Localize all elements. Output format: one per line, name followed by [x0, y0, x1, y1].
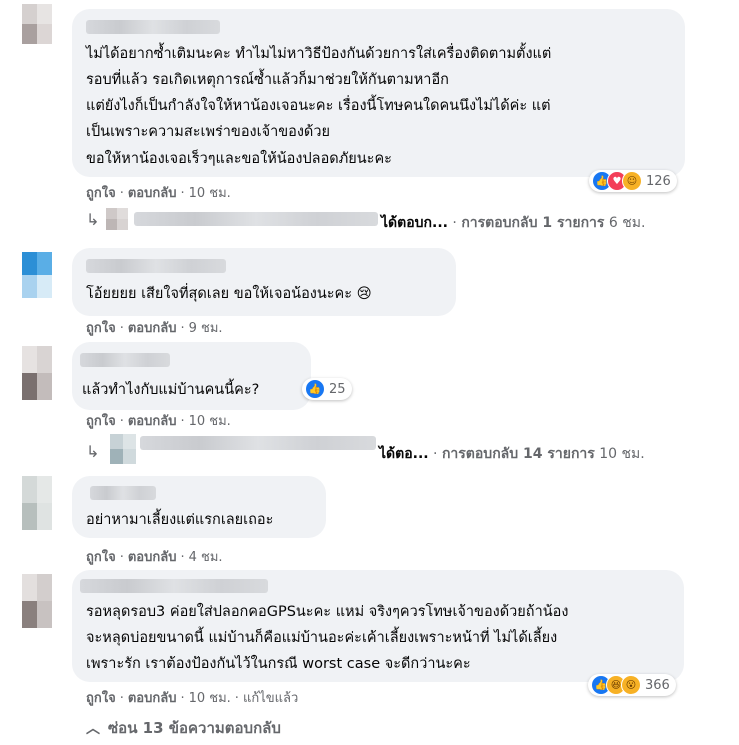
like-button[interactable]: ถูกใจ [86, 321, 116, 336]
comment-actions: ถูกใจ · ตอบกลับ · 10 ชม. · แก้ไขแล้ว [86, 691, 299, 706]
reaction-summary[interactable]: 👍 ♥ ☺ 126 [589, 170, 677, 192]
view-replies-link[interactable]: ได้ตอบก... · การตอบกลับ 1 รายการ 6 ชม. [381, 212, 645, 234]
comment-time[interactable]: 4 ชม. [189, 550, 223, 565]
reply-time: 10 ชม. [599, 446, 645, 462]
commenter-name-blurred[interactable] [86, 259, 226, 273]
reaction-summary[interactable]: 👍 😆 😮 366 [588, 674, 676, 696]
avatar[interactable] [22, 252, 52, 298]
reply-snippet: ได้ตอ... [379, 446, 429, 462]
view-replies-link[interactable]: ได้ตอ... · การตอบกลับ 14 รายการ 10 ชม. [379, 443, 645, 465]
avatar[interactable] [22, 574, 52, 628]
comment-text: ขอให้หาน้องเจอเร็วๆและขอให้น้องปลอดภัยนะ… [86, 151, 392, 167]
commenter-name-blurred[interactable] [90, 486, 156, 500]
like-button[interactable]: ถูกใจ [86, 550, 116, 565]
avatar[interactable] [106, 208, 128, 230]
like-icon: 👍 [305, 379, 325, 399]
like-button[interactable]: ถูกใจ [86, 414, 116, 429]
reply-snippet: ได้ตอบก... [381, 215, 448, 231]
reply-button[interactable]: ตอบกลับ [128, 321, 177, 336]
commenter-name-blurred[interactable] [86, 20, 220, 34]
reply-arrow-icon: ↳ [86, 442, 100, 461]
chevron-up-icon: ︿ [86, 721, 100, 737]
edited-label[interactable]: แก้ไขแล้ว [243, 691, 298, 706]
avatar[interactable] [110, 434, 136, 464]
comment-time[interactable]: 10 ชม. [189, 186, 231, 201]
comment-text: ไม่ได้อยากซ้ำเติมนะคะ ทำไมไม่หาวิธีป้องก… [86, 46, 552, 140]
commenter-name-blurred[interactable] [80, 353, 170, 367]
comment-text: อย่าหามาเลี้ยงแต่แรกเลยเถอะ [86, 512, 274, 528]
care-icon: ☺ [622, 171, 642, 191]
reply-count-label: การตอบกลับ 1 รายการ [461, 215, 605, 231]
wow-icon: 😮 [621, 675, 641, 695]
like-button[interactable]: ถูกใจ [86, 691, 116, 706]
reply-arrow-icon: ↳ [86, 210, 100, 229]
comment-actions: ถูกใจ · ตอบกลับ · 10 ชม. [86, 186, 231, 201]
reply-time: 6 ชม. [608, 215, 646, 231]
comment-actions: ถูกใจ · ตอบกลับ · 4 ชม. [86, 550, 223, 565]
reaction-count: 126 [646, 173, 671, 189]
reply-count-label: การตอบกลับ 14 รายการ [441, 446, 595, 462]
reply-button[interactable]: ตอบกลับ [128, 414, 177, 429]
hide-replies-label: ซ่อน 13 ข้อความตอบกลับ [108, 719, 281, 737]
reply-author-blurred[interactable] [140, 436, 376, 450]
avatar[interactable] [22, 476, 52, 530]
comment-time[interactable]: 10 ชม. [189, 691, 231, 706]
comment-text: โอ้ยยยย เสียใจที่สุดเลย ขอให้เจอน้องนะคะ… [86, 286, 372, 302]
comment-time[interactable]: 10 ชม. [189, 414, 231, 429]
reply-button[interactable]: ตอบกลับ [128, 550, 177, 565]
commenter-name-blurred[interactable] [80, 579, 268, 593]
comment-text: แล้วทำไงกับแม่บ้านคนนี้คะ? [82, 382, 260, 398]
reply-button[interactable]: ตอบกลับ [128, 691, 177, 706]
hide-replies-button[interactable]: ︿ ซ่อน 13 ข้อความตอบกลับ [86, 716, 281, 740]
reaction-count: 25 [329, 381, 346, 397]
like-button[interactable]: ถูกใจ [86, 186, 116, 201]
avatar[interactable] [22, 4, 52, 44]
reaction-count: 366 [645, 677, 670, 693]
comment-actions: ถูกใจ · ตอบกลับ · 10 ชม. [86, 414, 231, 429]
comment-time[interactable]: 9 ชม. [189, 321, 223, 336]
comment-text: รอหลุดรอบ3 ค่อยใส่ปลอกคอGPSนะคะ แหม่ จริ… [86, 604, 569, 672]
reply-author-blurred[interactable] [134, 212, 378, 226]
reply-button[interactable]: ตอบกลับ [128, 186, 177, 201]
avatar[interactable] [22, 346, 52, 400]
reaction-summary[interactable]: 👍 25 [302, 378, 352, 400]
comment-actions: ถูกใจ · ตอบกลับ · 9 ชม. [86, 321, 223, 336]
